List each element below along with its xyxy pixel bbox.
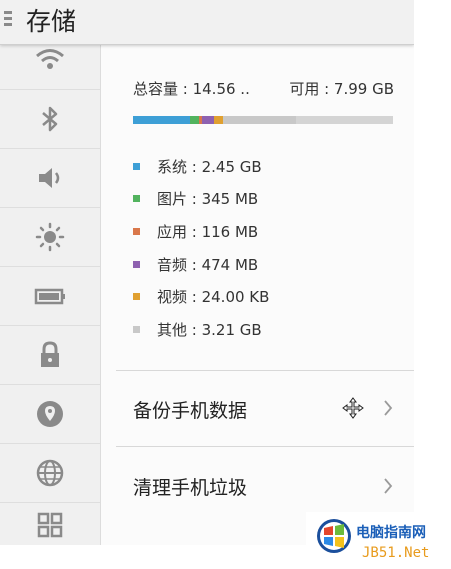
clean-phone-junk-label[interactable]: 清理手机垃圾 [133, 473, 247, 500]
sidebar-item-language[interactable] [0, 444, 100, 503]
legend-label: 图片 : 345 MB [157, 190, 259, 209]
usage-bar-segment [223, 116, 296, 124]
legend-color-swatch [133, 260, 140, 268]
sidebar-item-location[interactable] [0, 385, 100, 444]
usage-bar-segment [214, 116, 224, 124]
drawer-handle-icon[interactable] [3, 9, 13, 31]
sidebar-item-battery[interactable] [0, 267, 100, 326]
site-logo-icon [317, 519, 351, 553]
legend-label: 系统 : 2.45 GB [157, 157, 262, 176]
app-header: 存储 [0, 0, 414, 45]
legend-label: 其他 : 3.21 GB [157, 320, 262, 339]
apps-icon [37, 512, 63, 538]
chevron-right-icon[interactable] [383, 478, 393, 494]
watermark-url: JB51.Net [362, 545, 430, 561]
divider [116, 446, 414, 447]
globe-icon [36, 459, 64, 487]
sidebar [0, 45, 101, 545]
legend-color-swatch [133, 227, 140, 235]
storage-legend: 系统 : 2.45 GB 图片 : 345 MB 应用 : 116 MB 音频 : 4… [133, 150, 269, 346]
usage-bar-segment [133, 116, 191, 124]
legend-item: 应用 : 116 MB [133, 215, 269, 248]
legend-color-swatch [133, 325, 140, 333]
backup-phone-data-label[interactable]: 备份手机数据 [133, 396, 247, 423]
legend-color-swatch [133, 162, 140, 170]
settings-window: 存储 总容量: 14.56 .. 可用: 7.99 GB 系统: 2.45… [0, 0, 414, 545]
legend-item: 系统 : 2.45 GB [133, 150, 269, 183]
brightness-icon [35, 222, 65, 252]
legend-label: 应用 : 116 MB [157, 222, 259, 241]
legend-item: 音频 : 474 MB [133, 248, 269, 281]
storage-usage-bar [133, 116, 393, 124]
sidebar-item-sound[interactable] [0, 149, 100, 208]
sidebar-item-security[interactable] [0, 326, 100, 385]
chevron-right-icon[interactable] [383, 400, 393, 416]
usage-bar-segment [202, 116, 215, 124]
usage-bar-segment [190, 116, 200, 124]
divider [116, 370, 414, 371]
legend-color-swatch [133, 195, 140, 203]
location-icon [37, 401, 63, 427]
legend-item: 图片 : 345 MB [133, 183, 269, 216]
legend-item: 视频 : 24.00 KB [133, 280, 269, 313]
available-capacity: 可用 : 7.99 GB [289, 80, 394, 98]
watermark-title: 电脑指南网 [356, 525, 426, 541]
bluetooth-icon [42, 106, 58, 132]
volume-icon [39, 168, 60, 188]
site-watermark: 电脑指南网 JB51.Net [306, 512, 451, 569]
legend-item: 其他 : 3.21 GB [133, 313, 269, 346]
legend-label: 音频 : 474 MB [157, 255, 259, 274]
battery-icon [34, 288, 65, 305]
sidebar-item-bluetooth[interactable] [0, 90, 100, 149]
lock-icon [41, 341, 59, 367]
legend-label: 视频 : 24.00 KB [157, 288, 270, 307]
wifi-icon [36, 49, 64, 69]
sidebar-item-display[interactable] [0, 208, 100, 267]
sidebar-item-apps[interactable] [0, 503, 100, 545]
move-cursor-icon [342, 397, 364, 419]
page-title: 存储 [26, 7, 77, 36]
total-capacity: 总容量 : 14.56 .. [133, 80, 250, 98]
legend-color-swatch [133, 293, 140, 301]
